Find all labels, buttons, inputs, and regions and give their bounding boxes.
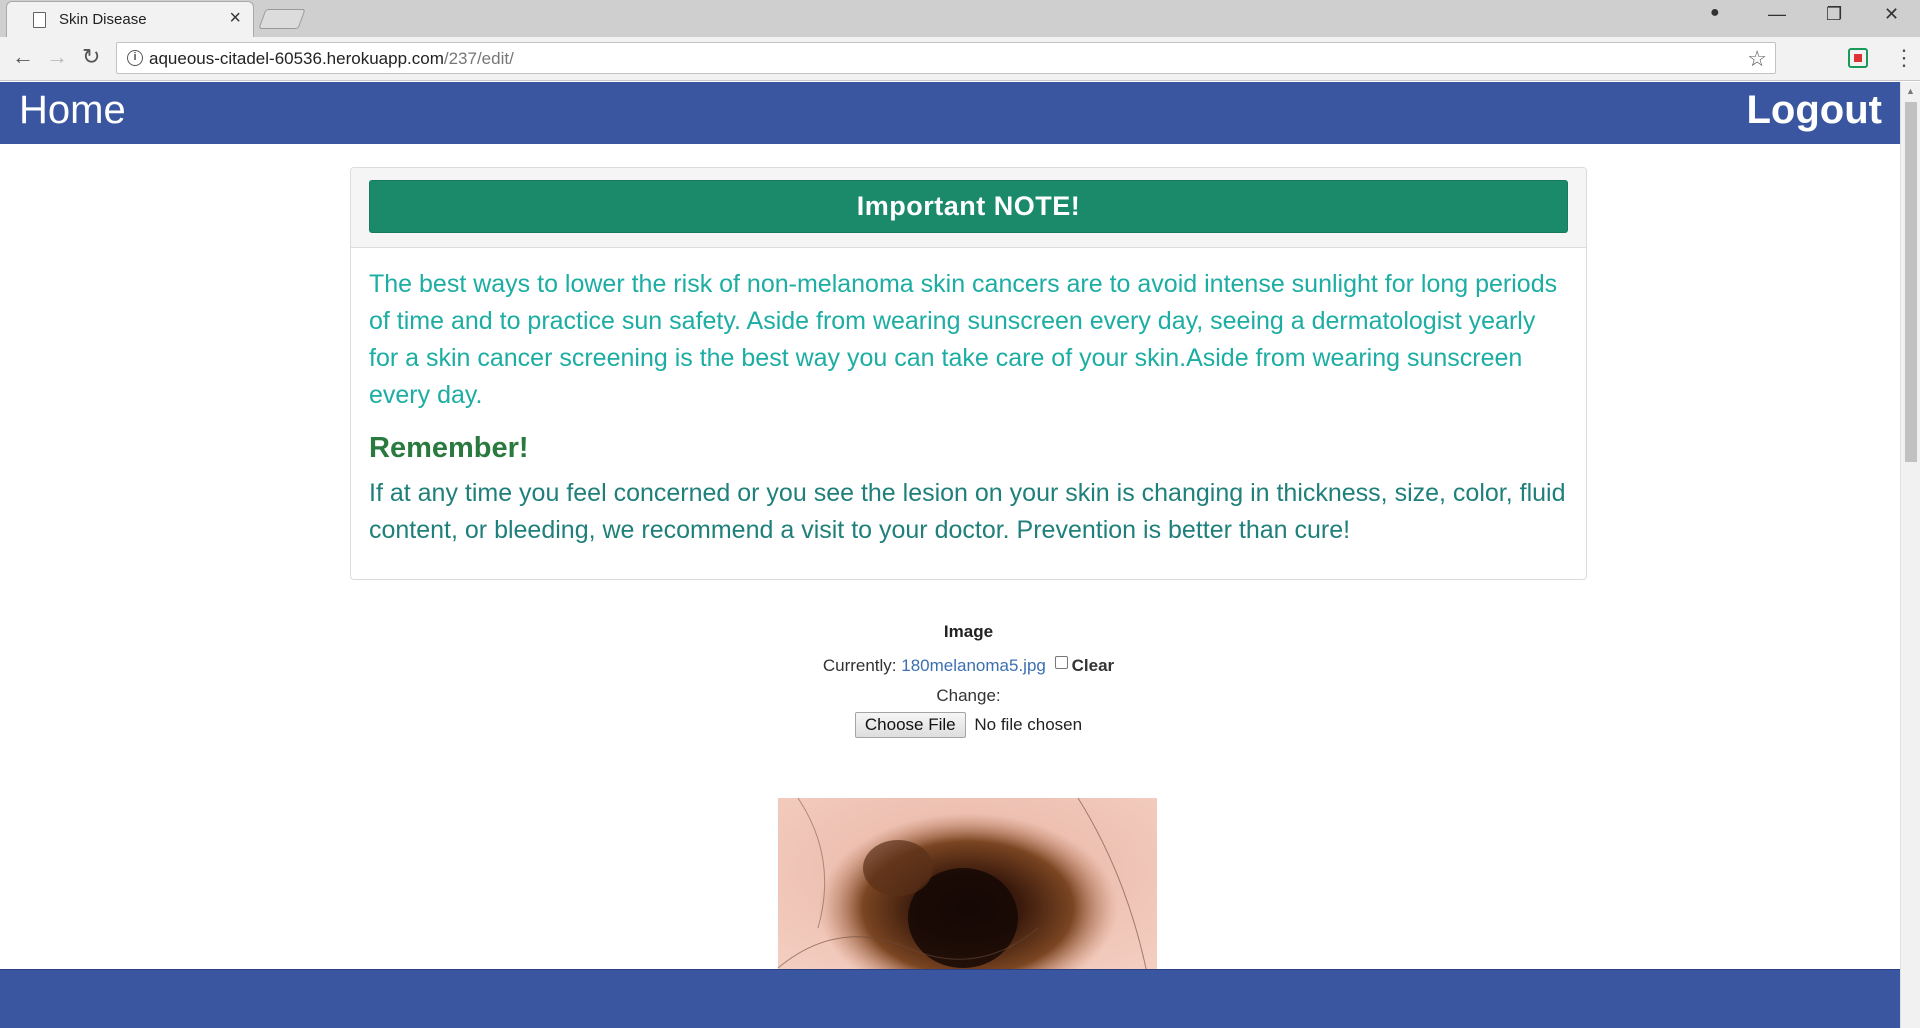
remember-heading: Remember! [369, 432, 529, 464]
note-panel: Important NOTE! The best ways to lower t… [350, 167, 1587, 580]
panel-heading: Important NOTE! [351, 168, 1586, 248]
url-host: aqueous-citadel-60536.herokuapp.com [149, 49, 444, 68]
info-icon[interactable]: i [127, 50, 143, 66]
current-file-link[interactable]: 180melanoma5.jpg [901, 656, 1046, 675]
current-file-row: Currently: 180melanoma5.jpg Clear [0, 656, 1900, 676]
extension-icon[interactable] [1848, 48, 1868, 68]
scroll-up-icon[interactable]: ▲ [1906, 86, 1915, 96]
reload-icon[interactable]: ↻ [82, 45, 100, 69]
tab-title: Skin Disease [59, 11, 147, 28]
browser-tab[interactable]: Skin Disease × [6, 1, 254, 37]
change-label: Change: [936, 686, 1001, 705]
currently-label: Currently: [822, 656, 897, 675]
clear-checkbox[interactable] [1054, 656, 1068, 669]
image-form: Image Currently: 180melanoma5.jpg Clear … [0, 622, 1900, 738]
important-note-banner: Important NOTE! [369, 180, 1568, 233]
remember-text: If at any time you feel concerned or you… [369, 479, 1566, 544]
lesion-image [778, 798, 1157, 978]
address-bar[interactable]: i aqueous-citadel-60536.herokuapp.com/23… [116, 42, 1776, 74]
url-text[interactable]: aqueous-citadel-60536.herokuapp.com/237/… [149, 49, 514, 69]
profile-icon[interactable]: ● [1710, 4, 1720, 22]
page-viewport: Home Logout Important NOTE! The best way… [0, 82, 1900, 1028]
panel-body: The best ways to lower the risk of non-m… [369, 266, 1569, 549]
bookmark-star-icon[interactable]: ☆ [1747, 46, 1767, 72]
no-file-text: No file chosen [974, 715, 1083, 734]
clear-label: Clear [1071, 656, 1115, 675]
minimize-button[interactable]: — [1768, 4, 1786, 25]
site-footer [0, 969, 1900, 1028]
tab-close-icon[interactable]: × [229, 8, 241, 28]
back-arrow-icon[interactable]: ← [12, 45, 34, 69]
browser-tabstrip: Skin Disease × ● — ❐ ✕ [0, 0, 1920, 37]
browser-toolbar: ← → ↻ i aqueous-citadel-60536.herokuapp.… [0, 37, 1920, 81]
new-tab-button[interactable] [258, 9, 306, 29]
vertical-scrollbar[interactable]: ▲ [1900, 82, 1920, 1028]
url-path: /237/edit/ [443, 49, 514, 68]
image-label: Image [943, 622, 994, 641]
logout-link[interactable]: Logout [1747, 88, 1883, 133]
site-navbar: Home Logout [0, 82, 1900, 144]
menu-kebab-icon[interactable]: ⋮ [1893, 45, 1915, 71]
scrollbar-thumb[interactable] [1905, 102, 1917, 462]
choose-file-button[interactable]: Choose File [854, 712, 966, 738]
document-icon [33, 12, 46, 28]
home-link[interactable]: Home [19, 88, 126, 133]
forward-arrow-icon[interactable]: → [46, 45, 68, 69]
note-paragraph: The best ways to lower the risk of non-m… [369, 270, 1558, 409]
restore-button[interactable]: ❐ [1826, 4, 1842, 25]
file-input-row: Choose File No file chosen [0, 712, 1900, 738]
close-window-button[interactable]: ✕ [1884, 4, 1899, 25]
